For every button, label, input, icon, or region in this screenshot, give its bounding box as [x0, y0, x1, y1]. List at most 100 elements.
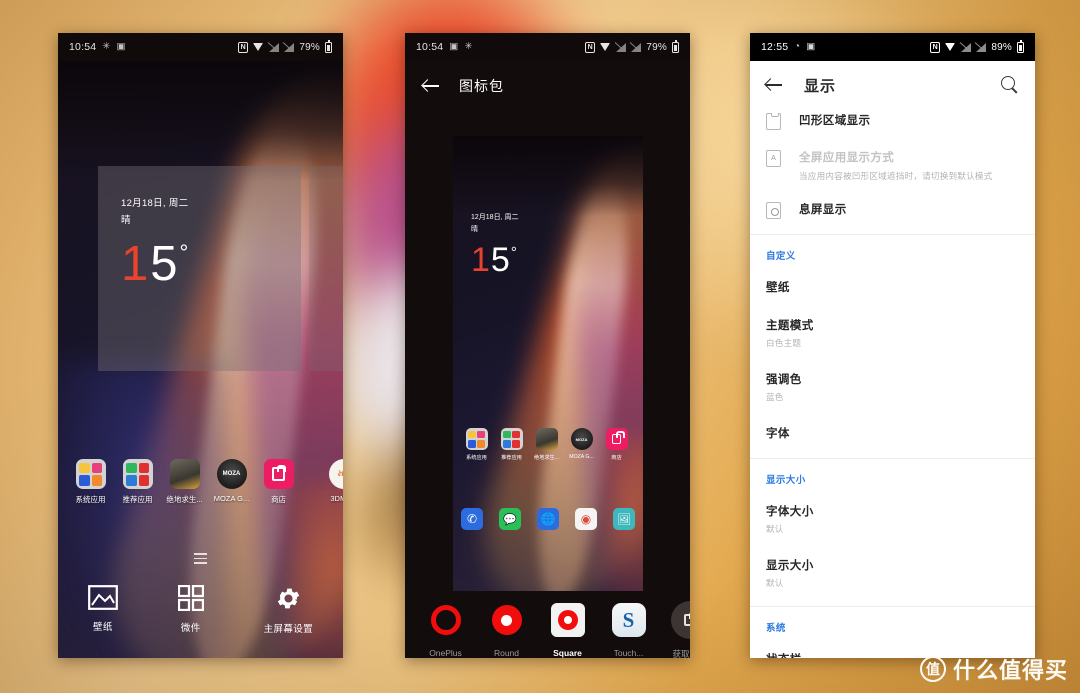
home-preview: 12月18日, 周二 晴 1 5 ° 系统应用 推荐应用 绝地求生... MOZ…: [453, 136, 643, 591]
weather-temperature: 1 5 °: [471, 243, 518, 277]
home-wallpaper: 12月18日, 周二 晴 1 5 ° 系统应用 推荐应用 绝地求生... MOZ…: [58, 61, 343, 658]
setting-row-display-size[interactable]: 显示大小 默认: [750, 546, 1035, 600]
store-icon: [263, 459, 294, 489]
option-label: OnePlus: [429, 648, 462, 658]
preview-dock: ✆ 💬 🌐 ◉ 🖼: [461, 508, 635, 530]
notch-icon: [766, 112, 781, 130]
shopping-bag-icon: [670, 601, 690, 639]
setting-row-ambient-display[interactable]: 息屏显示: [750, 191, 1035, 228]
sim1-off-icon: [269, 42, 280, 52]
wallpaper-button[interactable]: 壁纸: [88, 585, 118, 635]
app-label: 系统应用: [466, 455, 487, 461]
watermark-badge: 值: [919, 656, 946, 682]
temp-digit-first: 1: [121, 237, 151, 291]
setting-row-font-size[interactable]: 字体大小 默认: [750, 492, 1035, 546]
back-arrow-icon[interactable]: [766, 77, 782, 93]
next-page-peek[interactable]: [309, 166, 343, 371]
search-icon[interactable]: [1001, 76, 1019, 94]
fullscreen-app-icon: A: [766, 150, 781, 167]
setting-row-notch-display[interactable]: 凹形区域显示: [750, 109, 1035, 139]
screenshot-icon: ▣: [449, 41, 459, 53]
app-row: 系统应用 推荐应用 绝地求生... MOZA MOZA G... 商店 3D: [58, 459, 343, 505]
setting-row-font[interactable]: 字体: [750, 414, 1035, 452]
battery-percent: 89%: [991, 41, 1012, 53]
setting-name: 凹形区域显示: [799, 115, 871, 127]
phone-icon-pack-screen: 10:54 ▣ ✳ N 79% 图标包 12月18日, 周二 晴 1 5 ° 系…: [405, 33, 690, 658]
setting-name: 显示大小: [766, 560, 814, 572]
page-title: 图标包: [459, 78, 504, 94]
screenshot-icon: ▣: [116, 41, 126, 53]
app-icon-recommended[interactable]: 推荐应用: [114, 459, 161, 505]
app-icon-moza: MOZA MOZA G...: [564, 428, 599, 461]
icon-pack-touch[interactable]: S Touch...: [598, 601, 659, 658]
icon-pack-oneplus[interactable]: OnePlus: [415, 601, 476, 658]
icon-pack-get-more[interactable]: 获取更多: [659, 601, 690, 658]
setting-row-wallpaper[interactable]: 壁纸: [750, 268, 1035, 306]
app-icon-system[interactable]: 系统应用: [67, 459, 114, 505]
setting-row-fullscreen-apps[interactable]: A 全屏应用显示方式 当应用内容被凹形区域遮挡时，请切换到默认模式: [750, 139, 1035, 191]
section-header-system: 系统: [766, 623, 786, 634]
page-indicator[interactable]: [58, 553, 343, 564]
weather-date: 12月18日, 周二: [121, 198, 189, 209]
status-time: 10:54: [69, 41, 97, 53]
page-title: 显示: [804, 77, 837, 95]
folder-icon: [75, 459, 106, 489]
icon-pack-round[interactable]: Round: [476, 601, 537, 658]
camera-icon: ◉: [575, 508, 597, 530]
widgets-button[interactable]: 微件: [177, 585, 204, 635]
home-settings-button[interactable]: 主屏幕设置: [264, 585, 314, 635]
menu-label: 壁纸: [93, 622, 113, 633]
preview-app-row: 系统应用 推荐应用 绝地求生... MOZA MOZA G... 商店: [459, 428, 643, 461]
app-icon-store[interactable]: 商店: [255, 459, 302, 505]
settings-list[interactable]: 凹形区域显示 A 全屏应用显示方式 当应用内容被凹形区域遮挡时，请切换到默认模式…: [750, 109, 1035, 658]
app-icon-pubg[interactable]: 绝地求生...: [161, 459, 208, 505]
menu-label: 主屏幕设置: [263, 624, 314, 635]
sim1-off-icon: [616, 42, 627, 52]
battery-percent: 79%: [299, 41, 320, 53]
temp-digit-first: 1: [471, 241, 491, 279]
back-arrow-icon[interactable]: [423, 78, 439, 94]
app-icon-3dmark[interactable]: ❧ 3DMa...: [320, 459, 343, 505]
watermark: 值 什么值得买: [919, 653, 1068, 685]
setting-subtitle: 蓝色: [766, 392, 784, 402]
setting-subtitle: 当应用内容被凹形区域遮挡时，请切换到默认模式: [799, 171, 993, 181]
wallpaper-top-shade: [453, 136, 643, 216]
app-label: 系统应用: [75, 495, 106, 504]
screenshot-icon: ▣: [806, 41, 816, 53]
wallpaper-icon: [88, 585, 118, 610]
wallpaper-top-shade: [58, 61, 343, 181]
degree-symbol: °: [179, 240, 191, 265]
phone-home-screen: 10:54 ✳ ▣ N 79% 12月18日, 周二 晴 1 5 ° 系统应用 …: [58, 33, 343, 658]
phone-icon: ✆: [461, 508, 483, 530]
weather-widget-preview: 12月18日, 周二 晴 1 5 °: [471, 212, 518, 277]
folder-icon: [122, 459, 153, 489]
icon-pack-square[interactable]: Square: [537, 601, 598, 658]
widgets-icon: [177, 585, 204, 611]
folder-icon: [465, 428, 488, 450]
app-bar: 图标包: [405, 61, 690, 111]
app-icon-store: 商店: [599, 428, 634, 461]
settings-body: 显示 凹形区域显示 A 全屏应用显示方式 当应用内容被凹形区域遮挡时，请切换到默…: [750, 61, 1035, 658]
sim1-off-icon: [961, 42, 972, 52]
status-time: 10:54: [416, 41, 444, 53]
weather-widget[interactable]: 12月18日, 周二 晴 1 5 °: [98, 166, 301, 371]
sim2-off-icon: [631, 42, 642, 52]
app-icon-moza[interactable]: MOZA MOZA G...: [208, 459, 255, 505]
phone-display-settings-screen: 12:55 ◔ ▣ N 89% 显示 凹形区域显示 A 全屏应用显示方式 当应用…: [750, 33, 1035, 658]
weather-temperature: 1 5 °: [121, 240, 301, 289]
status-bar: 12:55 ◔ ▣ N 89%: [750, 33, 1035, 61]
app-icon-recommended: 推荐应用: [494, 428, 529, 461]
wifi-icon: [253, 43, 264, 51]
status-bar: 10:54 ✳ ▣ N 79%: [58, 33, 343, 61]
wifi-icon: [945, 43, 956, 51]
nfc-icon: N: [585, 41, 596, 53]
alarm-icon: ◔: [794, 41, 801, 53]
section-header-customization: 自定义: [766, 251, 796, 262]
bluetooth-icon: ✳: [464, 41, 473, 53]
setting-row-theme-mode[interactable]: 主题模式 白色主题: [750, 306, 1035, 360]
battery-icon: [672, 39, 679, 53]
browser-icon: 🌐: [537, 508, 559, 530]
status-bar: 10:54 ▣ ✳ N 79%: [405, 33, 690, 61]
setting-row-accent-color[interactable]: 强调色 蓝色: [750, 360, 1035, 414]
ring-outline-icon: [427, 601, 465, 639]
